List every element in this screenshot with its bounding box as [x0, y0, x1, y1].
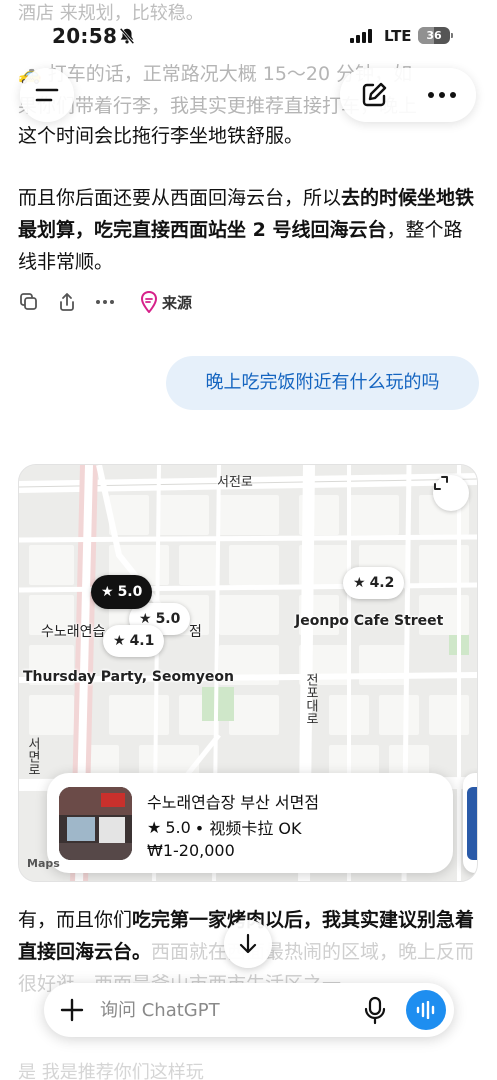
source-icon — [140, 291, 158, 313]
street-label-seojeon-ro: 서전로 — [217, 475, 253, 490]
voice-mode-button[interactable] — [406, 990, 446, 1030]
place-card[interactable]: 수노래연습장 부산 서면점 ★ 5.0 • 视频卡拉 OK ₩1-20,000 — [47, 773, 453, 873]
rating-value: 4.1 — [129, 633, 155, 649]
street-label-jeonpo-daero: 전포대로 — [303, 673, 318, 725]
battery-level: 36 — [426, 29, 442, 42]
place-card-price: ₩1-20,000 — [147, 841, 235, 860]
taxi-paragraph-line-3: 这个时间会比拖行李坐地铁舒服。 — [18, 125, 304, 147]
microphone-icon[interactable] — [360, 995, 390, 1025]
network-type: LTE — [384, 27, 412, 45]
subway-text-1: 而且你后面还要从西面回海云台，所以 — [18, 187, 342, 209]
new-chat-button[interactable] — [340, 68, 408, 122]
status-time: 20:58 — [52, 24, 118, 48]
rating-value: 5.0 — [117, 584, 143, 600]
more-actions-button[interactable] — [94, 291, 116, 313]
subway-paragraph: 而且你后面还要从西面回海云台，所以去的时候坐地铁最划算，吃完直接西面站坐 2 号… — [18, 182, 480, 278]
sources-button[interactable]: 来源 — [140, 291, 192, 313]
more-icon — [428, 92, 456, 98]
rating-value: 5.0 — [155, 611, 181, 627]
place-label-sunorae-left: 수노래연습 — [41, 624, 106, 640]
composer — [44, 983, 454, 1037]
scroll-down-icon — [239, 933, 257, 954]
star-icon: ★ — [113, 633, 126, 649]
message-input[interactable] — [100, 996, 350, 1024]
more-horizontal-icon — [96, 300, 114, 304]
cellular-signal-icon — [350, 28, 372, 43]
menu-button[interactable] — [20, 68, 74, 122]
copy-button[interactable] — [18, 291, 40, 313]
map-card[interactable]: 서전로 전포대로 서면로 Jeonpo Cafe Street 수노래연습 점 … — [18, 464, 478, 882]
expand-icon — [434, 476, 448, 490]
scroll-down-button[interactable] — [224, 920, 272, 968]
user-message-bubble: 晚上吃完饭附近有什么玩的吗 — [166, 356, 479, 410]
battery-icon: 36 — [418, 27, 453, 44]
status-bar: 20:58 LTE 36 — [0, 0, 497, 60]
place-label-thursday-party[interactable]: Thursday Party, Seomyeon — [23, 669, 234, 685]
menu-icon — [35, 88, 59, 102]
sources-label: 来源 — [162, 293, 193, 312]
silent-bell-icon — [119, 27, 135, 45]
header-actions — [340, 68, 476, 122]
expand-map-button[interactable] — [433, 475, 469, 511]
rating-pin-jeonpo[interactable]: ★ 4.2 — [343, 567, 405, 599]
share-button[interactable] — [56, 291, 78, 313]
new-chat-icon — [362, 82, 387, 107]
next-place-card[interactable] — [463, 773, 477, 873]
copy-icon — [20, 293, 37, 310]
street-label-seomyeon-ro: 서면로 — [25, 737, 40, 776]
rating-value: 4.2 — [369, 575, 395, 591]
place-card-category: • 视频卡拉 OK — [194, 819, 302, 838]
star-icon: ★ — [353, 575, 366, 591]
star-icon: ★ — [147, 817, 162, 837]
rating-pin-selected[interactable]: ★ 5.0 — [91, 575, 153, 609]
reply-text-1: 有，而且你们 — [18, 909, 133, 931]
maps-attribution: Maps — [27, 857, 60, 870]
plus-icon[interactable] — [58, 996, 86, 1024]
place-card-title: 수노래연습장 부산 서면점 — [147, 793, 320, 812]
star-icon: ★ — [101, 584, 114, 600]
rating-pin-third[interactable]: ★ 4.1 — [103, 625, 165, 657]
voice-mode-icon — [416, 1001, 435, 1019]
message-actions: 来源 — [18, 288, 192, 316]
share-icon — [60, 293, 74, 311]
bottom-fragment-text: 是 我是推荐你们这样玩 — [18, 1062, 204, 1080]
place-label-jeonpo-cafe-street[interactable]: Jeonpo Cafe Street — [295, 613, 443, 629]
place-label-sunorae-right: 점 — [189, 624, 202, 640]
place-thumbnail — [59, 787, 132, 860]
place-card-rating: 5.0 — [165, 817, 191, 837]
place-card-meta: ★ 5.0 • 视频卡拉 OK — [147, 815, 302, 839]
more-options-button[interactable] — [408, 68, 476, 122]
